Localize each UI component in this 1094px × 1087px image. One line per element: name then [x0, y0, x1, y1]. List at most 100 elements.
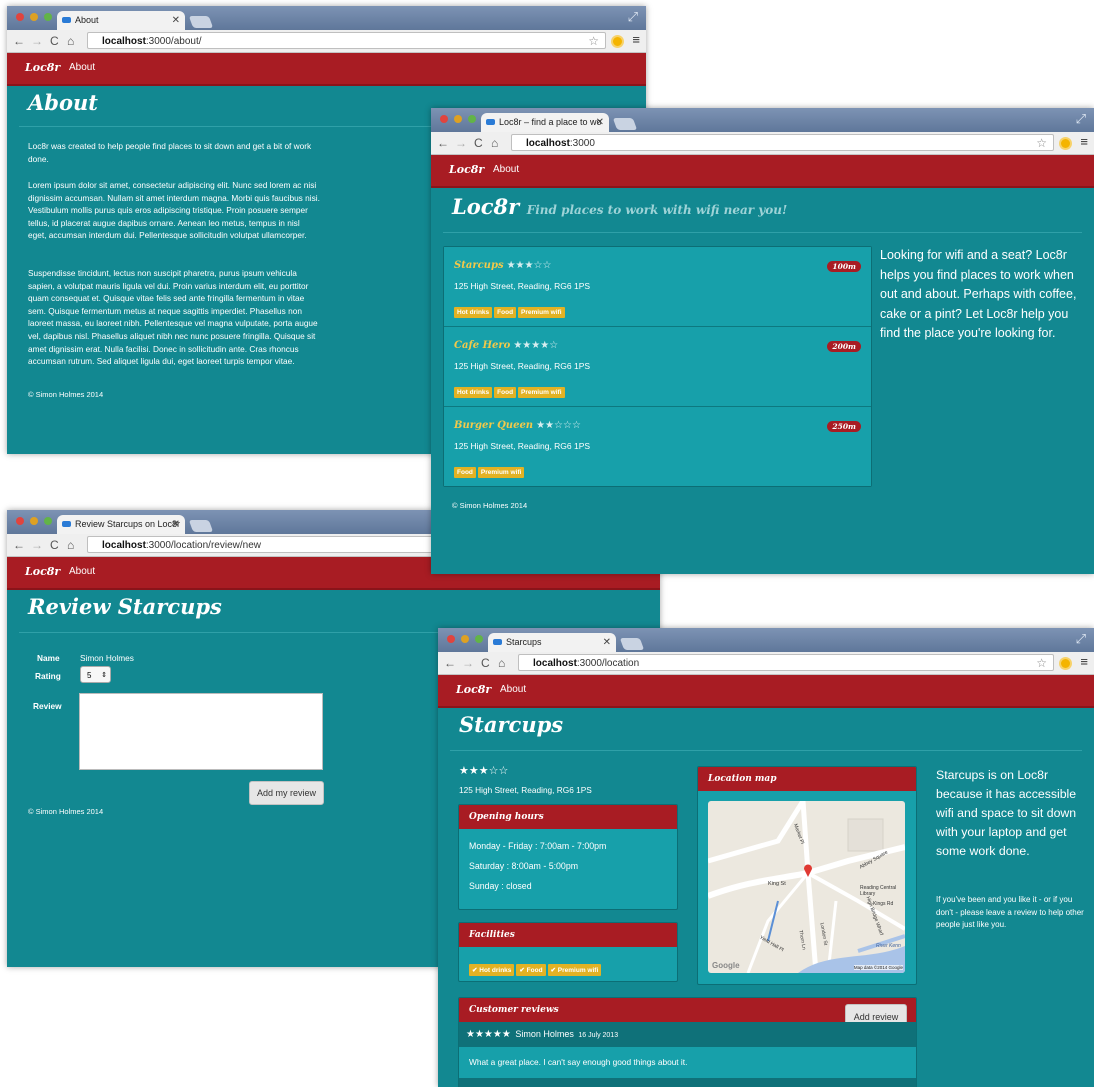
- reload-icon[interactable]: C: [481, 655, 490, 671]
- url-field[interactable]: localhost:3000 ☆: [511, 134, 1054, 151]
- minimize-window-button[interactable]: [30, 13, 38, 21]
- minimize-window-button[interactable]: [461, 635, 469, 643]
- footer: © Simon Holmes 2014: [452, 501, 528, 510]
- close-window-button[interactable]: [16, 13, 24, 21]
- facility-tags: Food Premium wifi: [454, 461, 526, 479]
- title-bar: Loc8r – find a place to wo ✕ ⤢: [431, 108, 1094, 132]
- about-paragraph-3: Suspendisse tincidunt, lectus non suscip…: [28, 268, 318, 367]
- facility-badge: Premium wifi: [518, 387, 565, 398]
- rating-stars-icon: ★★★★☆: [513, 340, 559, 351]
- forward-icon[interactable]: →: [31, 537, 43, 553]
- list-item[interactable]: Starcups ★★★☆☆ 100m 125 High Street, Read…: [444, 247, 871, 327]
- tab-title: Starcups: [506, 637, 542, 647]
- menu-icon[interactable]: ≡: [1080, 654, 1088, 669]
- map-image[interactable]: Market Pl Abbey Square King St Reading C…: [708, 801, 905, 973]
- home-icon[interactable]: ⌂: [67, 537, 74, 553]
- extension-icon[interactable]: [611, 35, 624, 48]
- maximize-window-button[interactable]: [468, 115, 476, 123]
- forward-icon[interactable]: →: [462, 655, 474, 671]
- close-window-button[interactable]: [440, 115, 448, 123]
- maximize-window-button[interactable]: [475, 635, 483, 643]
- rating-select[interactable]: 5 ⇕: [80, 666, 111, 683]
- favicon-icon: [493, 639, 502, 645]
- distance-badge: 200m: [827, 341, 861, 352]
- browser-tab[interactable]: Loc8r – find a place to wo ✕: [481, 113, 609, 132]
- bookmark-star-icon[interactable]: ☆: [1036, 135, 1047, 150]
- home-icon[interactable]: ⌂: [498, 655, 505, 671]
- new-tab-button[interactable]: [188, 16, 214, 28]
- location-map-panel: Location map Market Pl Abbey Square King…: [697, 766, 917, 985]
- back-icon[interactable]: ←: [437, 135, 449, 151]
- reload-icon[interactable]: C: [50, 33, 59, 49]
- back-icon[interactable]: ←: [444, 655, 456, 671]
- url-field[interactable]: localhost:3000/about/ ☆: [87, 32, 606, 49]
- new-tab-button[interactable]: [619, 638, 645, 650]
- map-label-kings-rd: Kings Rd: [873, 901, 894, 907]
- new-tab-button[interactable]: [188, 520, 214, 532]
- review-textarea[interactable]: [79, 693, 323, 770]
- url-path: :3000/location/review/new: [145, 540, 261, 551]
- close-window-button[interactable]: [16, 517, 24, 525]
- distance-badge: 250m: [827, 421, 861, 432]
- address-bar: ← → C ⌂ localhost:3000/about/ ☆ ≡: [7, 30, 646, 53]
- fullscreen-icon[interactable]: ⤢: [1076, 631, 1086, 647]
- maximize-window-button[interactable]: [44, 517, 52, 525]
- tab-close-icon[interactable]: ✕: [172, 515, 180, 534]
- url-field[interactable]: localhost:3000/location ☆: [518, 654, 1054, 671]
- nav-about-link[interactable]: About: [69, 62, 95, 73]
- brand-logo[interactable]: Loc8r: [449, 163, 484, 176]
- browser-tab[interactable]: Starcups ✕: [488, 633, 616, 652]
- menu-icon[interactable]: ≡: [632, 32, 640, 47]
- maximize-window-button[interactable]: [44, 13, 52, 21]
- menu-icon[interactable]: ≡: [1080, 134, 1088, 149]
- browser-tab[interactable]: About ✕: [57, 11, 185, 30]
- nav-about-link[interactable]: About: [493, 164, 519, 175]
- list-item[interactable]: Cafe Hero ★★★★☆ 200m 125 High Street, Rea…: [444, 327, 871, 407]
- brand-logo[interactable]: Loc8r: [25, 61, 60, 74]
- back-icon[interactable]: ←: [13, 537, 25, 553]
- tab-close-icon[interactable]: ✕: [596, 113, 604, 132]
- tab-close-icon[interactable]: ✕: [172, 11, 180, 30]
- nav-about-link[interactable]: About: [69, 566, 95, 577]
- brand-logo[interactable]: Loc8r: [25, 565, 60, 578]
- browser-tab[interactable]: Review Starcups on Loc8r ✕: [57, 515, 185, 534]
- home-icon[interactable]: ⌂: [491, 135, 498, 151]
- fullscreen-icon[interactable]: ⤢: [628, 9, 638, 25]
- location-list: Starcups ★★★☆☆ 100m 125 High Street, Read…: [443, 246, 872, 487]
- address-bar: ← → C ⌂ localhost:3000/location ☆ ≡: [438, 652, 1094, 675]
- facility-badge: ✔ Premium wifi: [547, 964, 602, 976]
- extension-icon[interactable]: [1059, 137, 1072, 150]
- title-bar: Starcups ✕ ⤢: [438, 628, 1094, 652]
- add-my-review-button[interactable]: Add my review: [249, 781, 324, 805]
- minimize-window-button[interactable]: [30, 517, 38, 525]
- bookmark-star-icon[interactable]: ☆: [1036, 655, 1047, 670]
- brand-logo[interactable]: Loc8r: [456, 683, 491, 696]
- minimize-window-button[interactable]: [454, 115, 462, 123]
- forward-icon[interactable]: →: [31, 33, 43, 49]
- traffic-lights: [16, 517, 52, 525]
- fullscreen-icon[interactable]: ⤢: [1076, 111, 1086, 127]
- page-header: Loc8r Find places to work with wifi near…: [452, 194, 787, 219]
- page-title: Starcups: [459, 712, 564, 737]
- forward-icon[interactable]: →: [455, 135, 467, 151]
- page-title: Loc8r: [452, 194, 520, 219]
- map-label-river: River Kenn: [876, 943, 901, 949]
- list-item[interactable]: Burger Queen ★★☆☆☆ 250m 125 High Street, …: [444, 407, 871, 486]
- location-name[interactable]: Starcups ★★★☆☆: [454, 260, 551, 271]
- location-name[interactable]: Burger Queen ★★☆☆☆: [454, 420, 581, 431]
- url-host: localhost: [102, 36, 146, 47]
- nav-about-link[interactable]: About: [500, 684, 526, 695]
- back-icon[interactable]: ←: [13, 33, 25, 49]
- location-name[interactable]: Cafe Hero ★★★★☆: [454, 340, 558, 351]
- address-bar: ← → C ⌂ localhost:3000 ☆ ≡: [431, 132, 1094, 155]
- extension-icon[interactable]: [1059, 657, 1072, 670]
- reload-icon[interactable]: C: [474, 135, 483, 151]
- next-review-header: [459, 1078, 916, 1087]
- reload-icon[interactable]: C: [50, 537, 59, 553]
- url-path: :3000/about/: [145, 36, 202, 47]
- bookmark-star-icon[interactable]: ☆: [588, 33, 599, 48]
- new-tab-button[interactable]: [612, 118, 638, 130]
- close-window-button[interactable]: [447, 635, 455, 643]
- home-icon[interactable]: ⌂: [67, 33, 74, 49]
- tab-close-icon[interactable]: ✕: [603, 633, 611, 652]
